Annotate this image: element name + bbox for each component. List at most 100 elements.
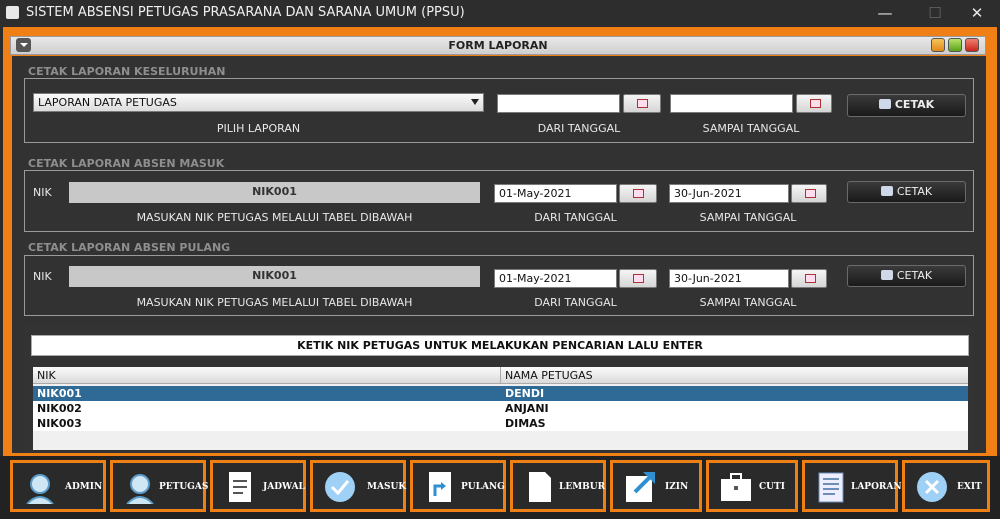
nav-laporan-button[interactable]: LAPORAN — [802, 460, 902, 512]
column-header-nik[interactable]: NIK — [37, 369, 56, 382]
date-to-in-caption: SAMPAI TANGGAL — [699, 211, 797, 224]
chevron-down-icon — [471, 99, 479, 105]
cell-nik: NIK003 — [37, 417, 82, 430]
nav-label: ADMIN — [65, 482, 103, 492]
calendar-from-out-button[interactable] — [619, 269, 657, 288]
calendar-icon — [633, 189, 644, 198]
search-input[interactable]: KETIK NIK PETUGAS UNTUK MELAKUKAN PENCAR… — [31, 335, 969, 356]
nav-exit-button[interactable]: EXIT — [902, 460, 990, 512]
checkmark-icon — [325, 472, 355, 502]
blank-document-icon — [529, 472, 551, 502]
calendar-to-in-button[interactable] — [791, 184, 827, 203]
section-title-in: CETAK LAPORAN ABSEN MASUK — [28, 157, 225, 170]
nav-label: LEMBUR — [559, 482, 606, 492]
frame-minimize-icon[interactable] — [931, 38, 945, 52]
officer-avatar-icon — [126, 474, 154, 504]
nav-label: PULANG — [461, 482, 505, 492]
nav-label: CUTI — [759, 482, 785, 492]
calendar-to-button[interactable] — [796, 94, 832, 113]
date-to-out-input[interactable]: 30-Jun-2021 — [669, 269, 789, 288]
cell-nik: NIK001 — [37, 387, 82, 400]
nav-label: PETUGAS — [159, 482, 209, 492]
calendar-icon — [805, 189, 816, 198]
date-from-input[interactable] — [497, 94, 620, 113]
report-icon — [818, 472, 844, 503]
maximize-button[interactable]: ☐ — [912, 0, 958, 26]
arrow-upright-icon — [626, 472, 655, 502]
nav-pulang-button[interactable]: PULANG — [410, 460, 506, 512]
nav-petugas-button[interactable]: PETUGAS — [110, 460, 209, 512]
nav-label: JADWAL — [263, 482, 305, 492]
admin-avatar-icon — [26, 474, 54, 504]
calendar-icon — [805, 274, 816, 283]
section-title-out: CETAK LAPORAN ABSEN PULANG — [28, 241, 231, 254]
nav-cuti-button[interactable]: CUTI — [706, 460, 798, 512]
minimize-button[interactable]: — — [862, 0, 908, 26]
nav-admin-button[interactable]: ADMIN — [10, 460, 106, 512]
date-to-in-input[interactable]: 30-Jun-2021 — [669, 184, 789, 203]
nik-in-caption: MASUKAN NIK PETUGAS MELALUI TABEL DIBAWA… — [136, 211, 413, 224]
print-out-button[interactable]: CETAK — [847, 265, 966, 287]
cell-name: DIMAS — [505, 417, 546, 430]
print-label: CETAK — [896, 185, 933, 198]
print-label: CETAK — [894, 98, 935, 111]
calendar-from-button[interactable] — [623, 94, 661, 113]
report-select-value: LAPORAN DATA PETUGAS — [38, 96, 177, 109]
report-select[interactable]: LAPORAN DATA PETUGAS — [33, 93, 484, 112]
printer-icon — [880, 270, 893, 280]
cell-nik: NIK002 — [37, 402, 82, 415]
nik-in-field[interactable]: NIK001 — [69, 182, 480, 203]
nav-jadwal-button[interactable]: JADWAL — [210, 460, 306, 512]
calendar-icon — [810, 99, 821, 108]
print-in-button[interactable]: CETAK — [847, 181, 966, 203]
date-from-in-caption: DARI TANGGAL — [534, 211, 617, 224]
nav-lembur-button[interactable]: LEMBUR — [510, 460, 606, 512]
date-from-caption: DARI TANGGAL — [537, 122, 621, 135]
table-row[interactable]: NIK001 DENDI — [33, 386, 968, 401]
cell-name: DENDI — [505, 387, 545, 400]
calendar-to-out-button[interactable] — [791, 269, 827, 288]
nik-out-field[interactable]: NIK001 — [69, 266, 480, 287]
nav-label: LAPORAN — [851, 482, 902, 492]
date-to-out-caption: SAMPAI TANGGAL — [699, 296, 797, 309]
date-to-input[interactable] — [670, 94, 793, 113]
printer-icon — [880, 186, 893, 196]
frame-close-icon[interactable] — [965, 38, 979, 52]
frame-maximize-icon[interactable] — [948, 38, 962, 52]
form-title: FORM LAPORAN — [448, 39, 548, 52]
table-row[interactable]: NIK003 DIMAS — [33, 416, 968, 431]
nav-masuk-button[interactable]: MASUK — [310, 460, 406, 512]
document-icon — [229, 472, 251, 502]
nik-label: NIK — [33, 270, 52, 283]
calendar-icon — [637, 99, 648, 108]
date-to-caption: SAMPAI TANGGAL — [702, 122, 800, 135]
nav-label: EXIT — [957, 482, 982, 492]
printer-icon — [878, 99, 891, 109]
nav-izin-button[interactable]: IZIN — [610, 460, 702, 512]
print-label: CETAK — [896, 269, 933, 282]
column-header-name[interactable]: NAMA PETUGAS — [505, 369, 593, 382]
calendar-from-in-button[interactable] — [619, 184, 657, 203]
section-title-all: CETAK LAPORAN KESELURUHAN — [28, 65, 226, 78]
cell-name: ANJANI — [505, 402, 549, 415]
calendar-icon — [633, 274, 644, 283]
officer-table[interactable]: NIK NAMA PETUGAS NIK001 DENDI NIK002 ANJ… — [33, 367, 968, 450]
print-all-button[interactable]: CETAK — [847, 94, 966, 117]
table-header: NIK NAMA PETUGAS — [33, 367, 968, 384]
briefcase-icon — [721, 473, 751, 501]
nik-out-caption: MASUKAN NIK PETUGAS MELALUI TABEL DIBAWA… — [136, 296, 413, 309]
app-icon — [6, 6, 19, 19]
report-caption: PILIH LAPORAN — [216, 122, 301, 135]
table-row[interactable]: NIK002 ANJANI — [33, 401, 968, 416]
arrow-out-icon — [429, 472, 451, 502]
date-from-out-input[interactable]: 01-May-2021 — [494, 269, 617, 288]
form-titlebar: FORM LAPORAN — [10, 36, 986, 55]
nav-label: MASUK — [367, 482, 407, 492]
date-from-in-input[interactable]: 01-May-2021 — [494, 184, 617, 203]
nik-label: NIK — [33, 186, 52, 199]
nav-label: IZIN — [665, 482, 689, 492]
window-title: SISTEM ABSENSI PETUGAS PRASARANA DAN SAR… — [26, 5, 465, 20]
close-circle-icon — [917, 472, 947, 502]
close-button[interactable]: ✕ — [954, 0, 1000, 26]
window-titlebar: SISTEM ABSENSI PETUGAS PRASARANA DAN SAR… — [0, 0, 1000, 26]
